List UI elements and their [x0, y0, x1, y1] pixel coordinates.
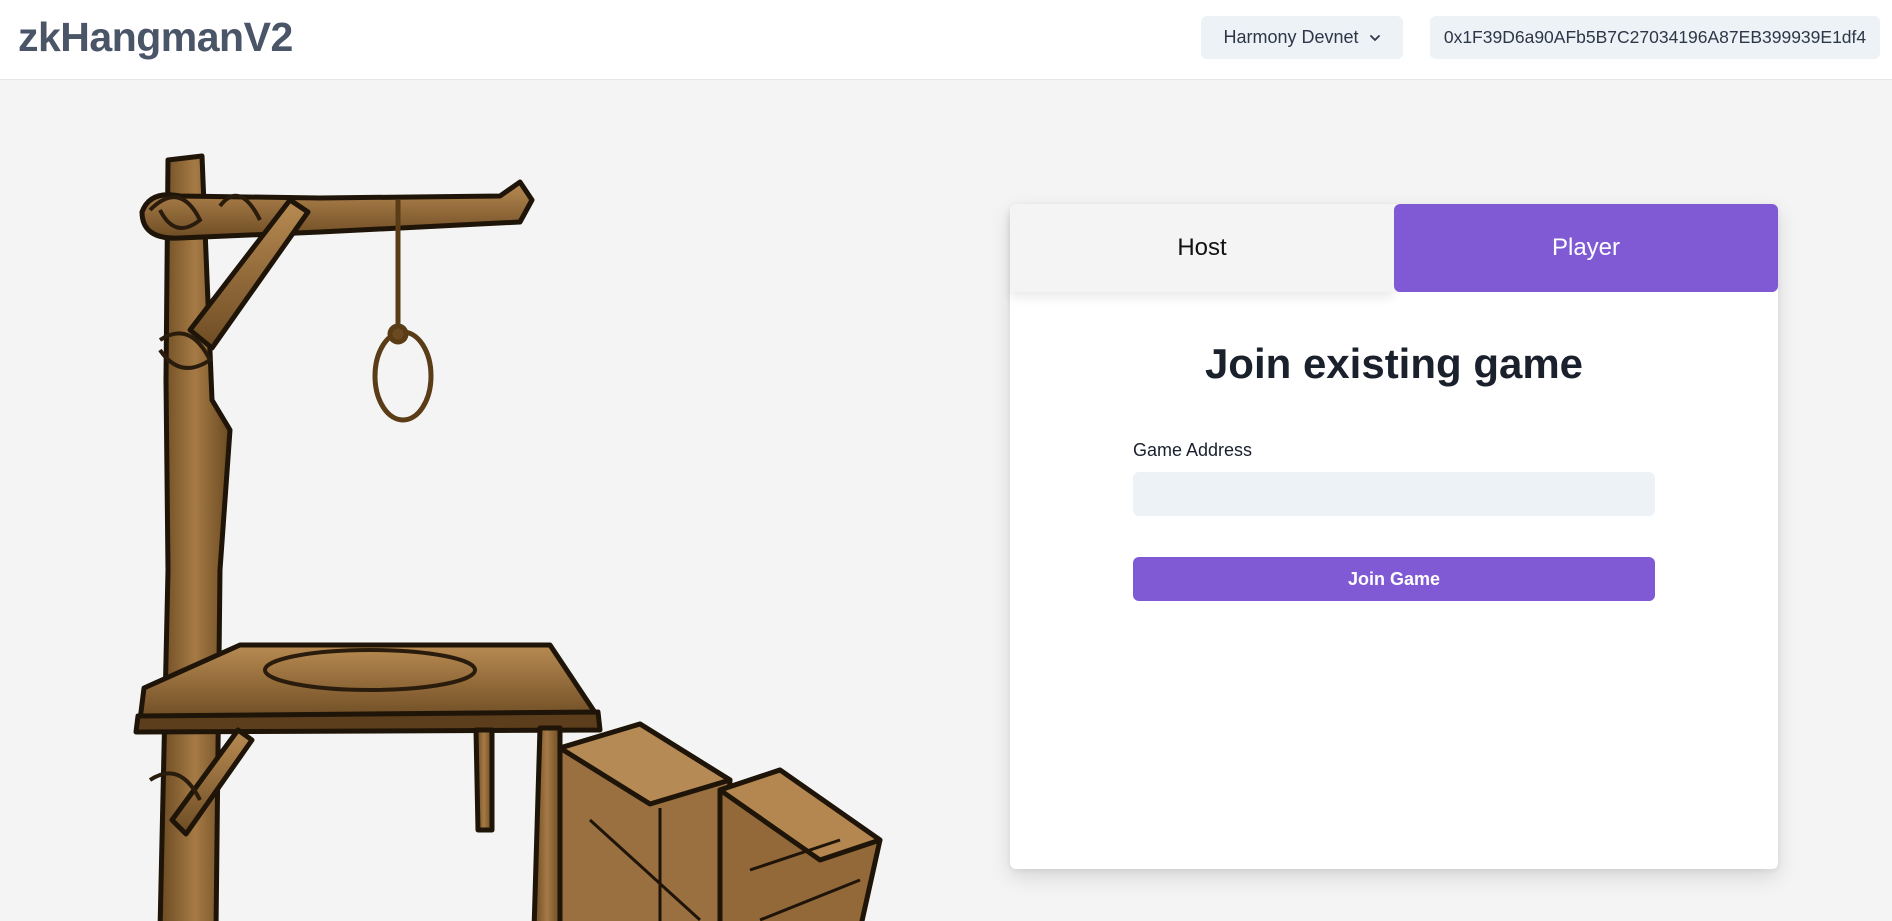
network-label: Harmony Devnet [1223, 27, 1359, 47]
game-address-input[interactable] [1133, 472, 1655, 516]
gallows-illustration [133, 153, 883, 921]
network-selector-button[interactable]: Harmony Devnet [1201, 16, 1403, 59]
tab-player[interactable]: Player [1394, 204, 1778, 292]
tab-host[interactable]: Host [1010, 204, 1394, 292]
game-address-label: Game Address [1133, 440, 1253, 460]
chevron-down-icon [1369, 34, 1380, 41]
join-game-card: Host Player Join existing game Game Addr… [1010, 204, 1778, 869]
join-game-button[interactable]: Join Game [1133, 557, 1655, 601]
wallet-address-button[interactable]: 0x1F39D6a90AFb5B7C27034196A87EB399939E1d… [1430, 16, 1880, 59]
top-bar: zkHangmanV2 Harmony Devnet 0x1F39D6a90AF… [0, 0, 1892, 80]
app-title: zkHangmanV2 [18, 14, 293, 60]
card-heading: Join existing game [1204, 340, 1584, 387]
